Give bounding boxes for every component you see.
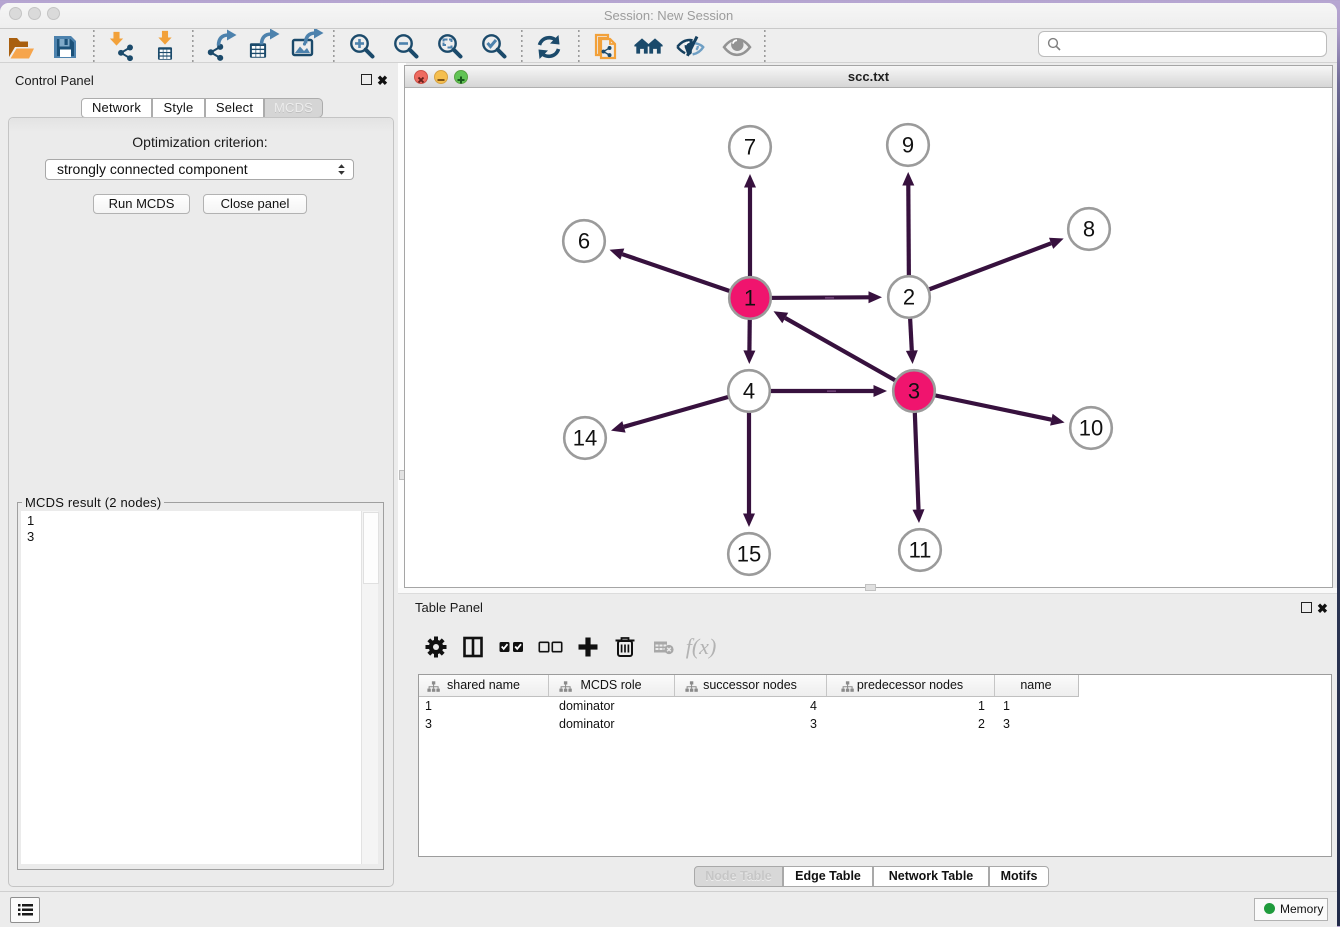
svg-text:4: 4 xyxy=(743,379,755,404)
svg-text:7: 7 xyxy=(744,135,756,160)
svg-text:f(x): f(x) xyxy=(686,634,717,659)
svg-text:6: 6 xyxy=(578,229,590,254)
svg-text:1: 1 xyxy=(744,286,756,311)
svg-text:15: 15 xyxy=(737,542,761,567)
svg-text:10: 10 xyxy=(1079,416,1103,441)
svg-text:2: 2 xyxy=(903,285,915,310)
svg-text:9: 9 xyxy=(902,133,914,158)
svg-text:3: 3 xyxy=(908,379,920,404)
svg-text:11: 11 xyxy=(909,538,932,563)
svg-text:8: 8 xyxy=(1083,217,1095,242)
svg-text:14: 14 xyxy=(573,426,597,451)
